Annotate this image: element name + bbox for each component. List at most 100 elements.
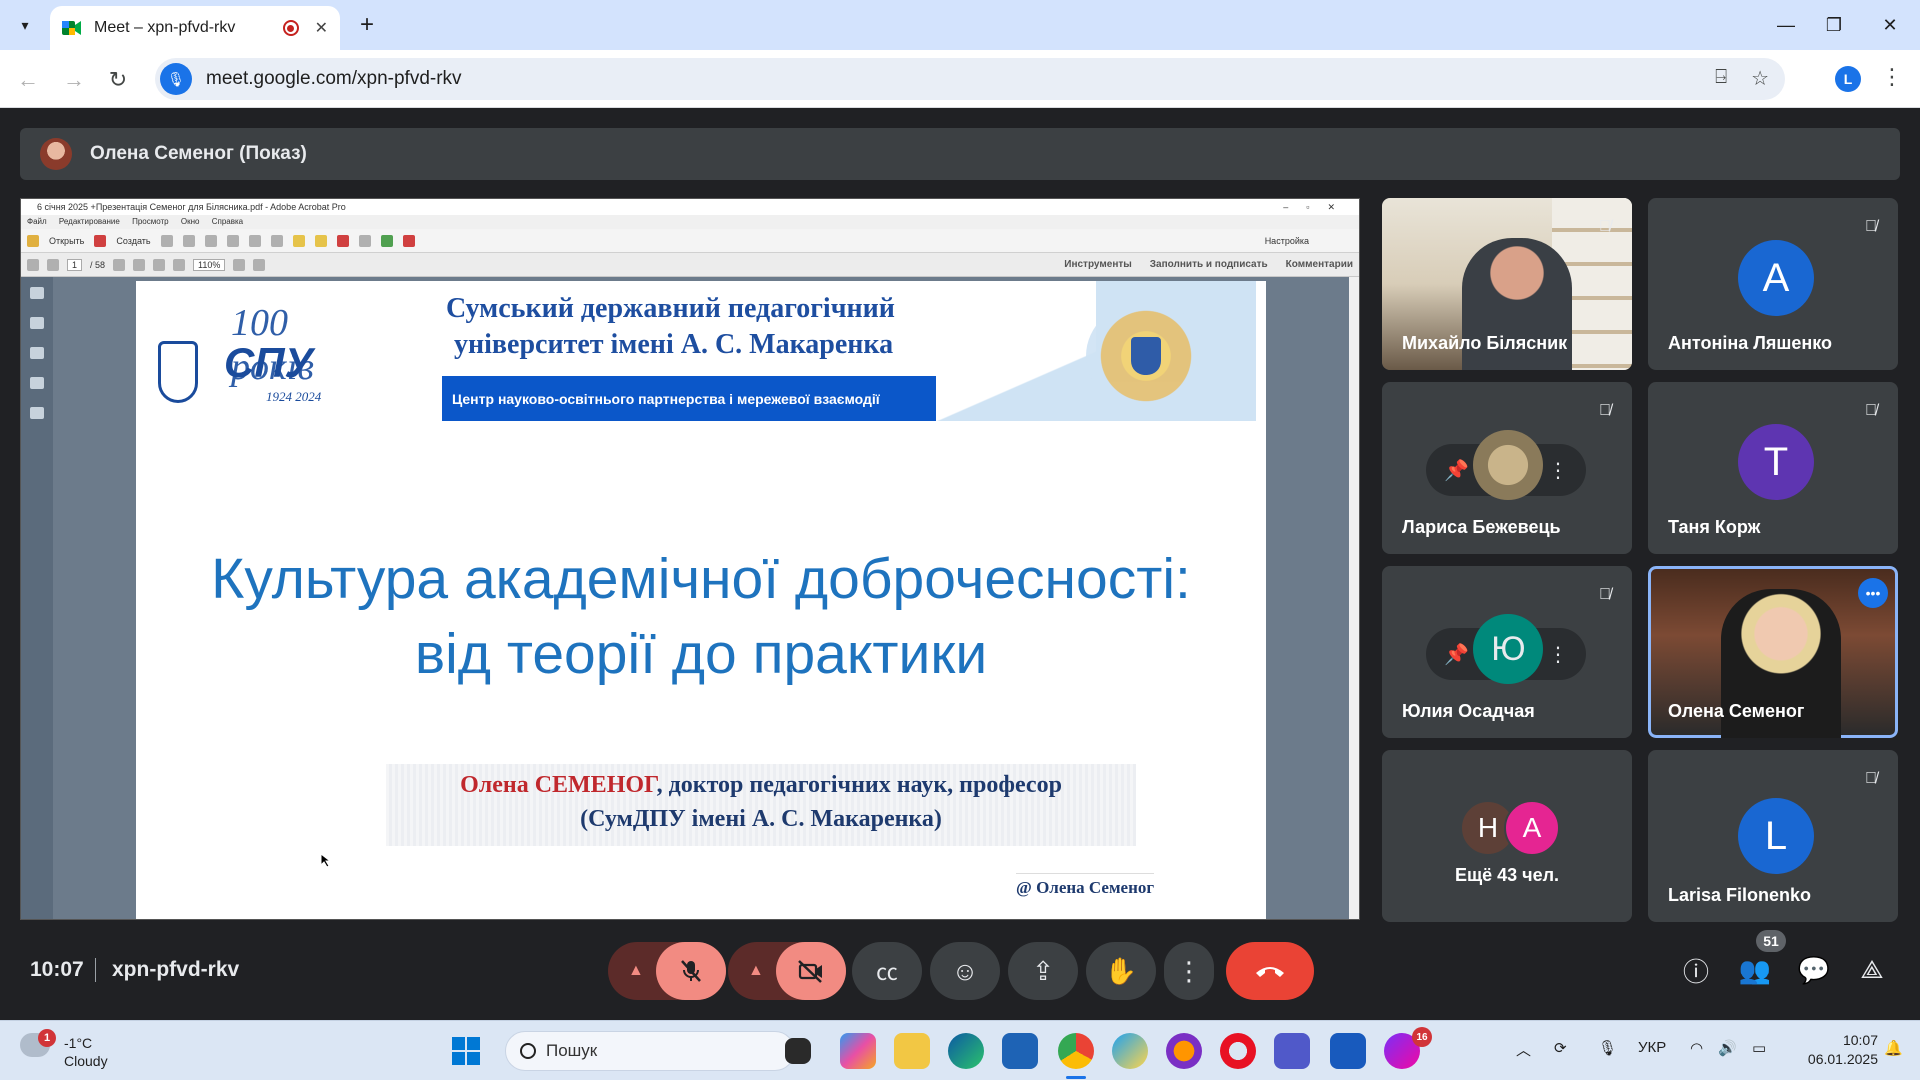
pin-icon[interactable]: 📌: [1444, 458, 1469, 483]
acrobat-tools-tab[interactable]: Инструменты: [1064, 259, 1132, 270]
share-icon[interactable]: [402, 234, 415, 247]
tray-overflow-chevron-icon[interactable]: ︿: [1516, 1039, 1531, 1060]
store-icon[interactable]: [1002, 1033, 1038, 1069]
taskbar-search[interactable]: Пошук: [505, 1031, 795, 1071]
chrome-icon[interactable]: [1058, 1033, 1094, 1069]
select-tool-icon[interactable]: [113, 258, 126, 271]
bookmark-star-icon[interactable]: ☆: [1751, 66, 1769, 91]
fit-page-icon[interactable]: [233, 258, 246, 271]
participant-tile[interactable]: 🎙̸ 📌 Ю ⋮ Юлия Осадчая: [1382, 566, 1632, 738]
address-bar[interactable]: 🎙 meet.google.com/xpn-pfvd-rkv ⍈ ☆: [155, 58, 1785, 100]
sync-icon[interactable]: ⟳: [1554, 1039, 1567, 1057]
acrobat-scrollbar[interactable]: [1349, 277, 1359, 919]
acrobat-open-button[interactable]: Открыть: [49, 236, 84, 246]
microphone-icon[interactable]: 🎙: [160, 63, 192, 95]
people-button[interactable]: 👥: [1735, 950, 1775, 990]
teams-icon[interactable]: [1274, 1033, 1310, 1069]
stamp-icon[interactable]: [336, 234, 349, 247]
captions-button[interactable]: ㏄: [852, 942, 922, 1000]
participant-tile[interactable]: 🎙̸ T Таня Корж: [1648, 382, 1898, 554]
more-options-button[interactable]: ⋮: [1164, 942, 1214, 1000]
upload-icon[interactable]: [182, 234, 195, 247]
acrobat-menu-view[interactable]: Просмотр: [132, 217, 169, 226]
acrobat-create-button[interactable]: Создать: [116, 236, 150, 246]
attachments-panel-icon[interactable]: [30, 347, 44, 359]
page-number-field[interactable]: 1: [67, 258, 83, 271]
acrobat-settings-dropdown[interactable]: Настройка: [1265, 236, 1309, 246]
participant-tile[interactable]: 🎙̸ Михайло Білясник: [1382, 198, 1632, 370]
settings-icon[interactable]: [270, 234, 283, 247]
tab-search-chevron-icon[interactable]: ▾: [10, 10, 40, 40]
reload-button[interactable]: ↻: [100, 62, 136, 98]
overflow-participants-tile[interactable]: Н А Ещё 43 чел.: [1382, 750, 1632, 922]
copilot-icon[interactable]: [840, 1033, 876, 1069]
acrobat-menu-edit[interactable]: Редактирование: [59, 217, 120, 226]
translate-icon[interactable]: ⍈: [1715, 66, 1727, 91]
layers-panel-icon[interactable]: [30, 377, 44, 389]
hand-tool-icon[interactable]: [133, 258, 146, 271]
wifi-icon[interactable]: ◠: [1690, 1039, 1703, 1057]
more-options-icon[interactable]: ⋮: [1548, 642, 1568, 667]
browser-tab-meet[interactable]: Meet – xpn-pfvd-rkv ✕: [50, 6, 340, 50]
microphone-toggle-button[interactable]: [656, 942, 726, 1000]
export-icon[interactable]: [380, 234, 393, 247]
firefox-icon[interactable]: [1166, 1033, 1202, 1069]
acrobat-menu-window[interactable]: Окно: [181, 217, 200, 226]
zoom-out-icon[interactable]: [153, 258, 166, 271]
video-options-chevron-icon[interactable]: ▲: [748, 962, 764, 980]
window-close-button[interactable]: ✕: [1870, 8, 1910, 42]
acrobat-comments-tab[interactable]: Комментарии: [1286, 259, 1353, 270]
pin-icon[interactable]: 📌: [1444, 642, 1469, 667]
keyboard-language[interactable]: УКР: [1638, 1039, 1666, 1056]
opera-icon[interactable]: [1220, 1033, 1256, 1069]
prev-page-icon[interactable]: [27, 258, 39, 271]
windows-start-button[interactable]: [452, 1037, 480, 1065]
restore-button[interactable]: ❐: [1814, 8, 1854, 42]
reactions-button[interactable]: ☺: [930, 942, 1000, 1000]
zoom-in-icon[interactable]: [173, 258, 186, 271]
mail-icon[interactable]: [248, 234, 261, 247]
task-view-icon[interactable]: [785, 1038, 811, 1064]
participant-tile[interactable]: 🎙̸ L Larisa Filonenko: [1648, 750, 1898, 922]
zoom-field[interactable]: 110%: [193, 258, 226, 271]
raise-hand-button[interactable]: ✋: [1086, 942, 1156, 1000]
next-page-icon[interactable]: [47, 258, 59, 271]
fit-width-icon[interactable]: [253, 258, 266, 271]
participant-tile-active-speaker[interactable]: ••• Олена Семеног: [1648, 566, 1898, 738]
edit-icon[interactable]: [226, 234, 239, 247]
highlight-icon[interactable]: [314, 234, 327, 247]
volume-icon[interactable]: 🔊: [1718, 1039, 1737, 1057]
bookmarks-panel-icon[interactable]: [30, 317, 44, 329]
meeting-details-button[interactable]: ⓘ: [1676, 950, 1716, 990]
weather-widget[interactable]: 1 -1°C Cloudy: [20, 1029, 160, 1073]
attach-icon[interactable]: [358, 234, 371, 247]
minimize-button[interactable]: —: [1766, 8, 1806, 42]
activities-button[interactable]: ⟁: [1852, 950, 1892, 990]
tab-close-icon[interactable]: ✕: [315, 18, 328, 38]
system-clock[interactable]: 10:07 06.01.2025: [1806, 1031, 1878, 1069]
acrobat-menu-file[interactable]: Файл: [27, 217, 47, 226]
signatures-panel-icon[interactable]: [30, 407, 44, 419]
word-icon[interactable]: [1330, 1033, 1366, 1069]
leave-call-button[interactable]: [1226, 942, 1314, 1000]
pages-panel-icon[interactable]: [30, 287, 44, 299]
file-explorer-icon[interactable]: [894, 1033, 930, 1069]
save-icon[interactable]: [160, 234, 173, 247]
comment-icon[interactable]: [292, 234, 305, 247]
battery-icon[interactable]: ▭: [1752, 1039, 1766, 1057]
forward-button[interactable]: →: [56, 62, 92, 98]
participant-tile[interactable]: 🎙̸ 📌 ⋮ Лариса Бежевець: [1382, 382, 1632, 554]
more-options-icon[interactable]: ⋮: [1548, 458, 1568, 483]
profile-avatar[interactable]: L: [1835, 66, 1861, 92]
new-tab-button[interactable]: +: [352, 10, 382, 40]
back-button[interactable]: ←: [10, 62, 46, 98]
chat-button[interactable]: 💬: [1794, 950, 1834, 990]
present-button[interactable]: ⇪: [1008, 942, 1078, 1000]
audio-options-chevron-icon[interactable]: ▲: [628, 962, 644, 980]
participant-tile[interactable]: 🎙̸ A Антоніна Ляшенко: [1648, 198, 1898, 370]
print-icon[interactable]: [204, 234, 217, 247]
acrobat-menu-help[interactable]: Справка: [212, 217, 243, 226]
tray-microphone-icon[interactable]: 🎙: [1598, 1039, 1617, 1057]
telegram-icon[interactable]: [1112, 1033, 1148, 1069]
notifications-bell-icon[interactable]: 🔔: [1884, 1039, 1903, 1057]
